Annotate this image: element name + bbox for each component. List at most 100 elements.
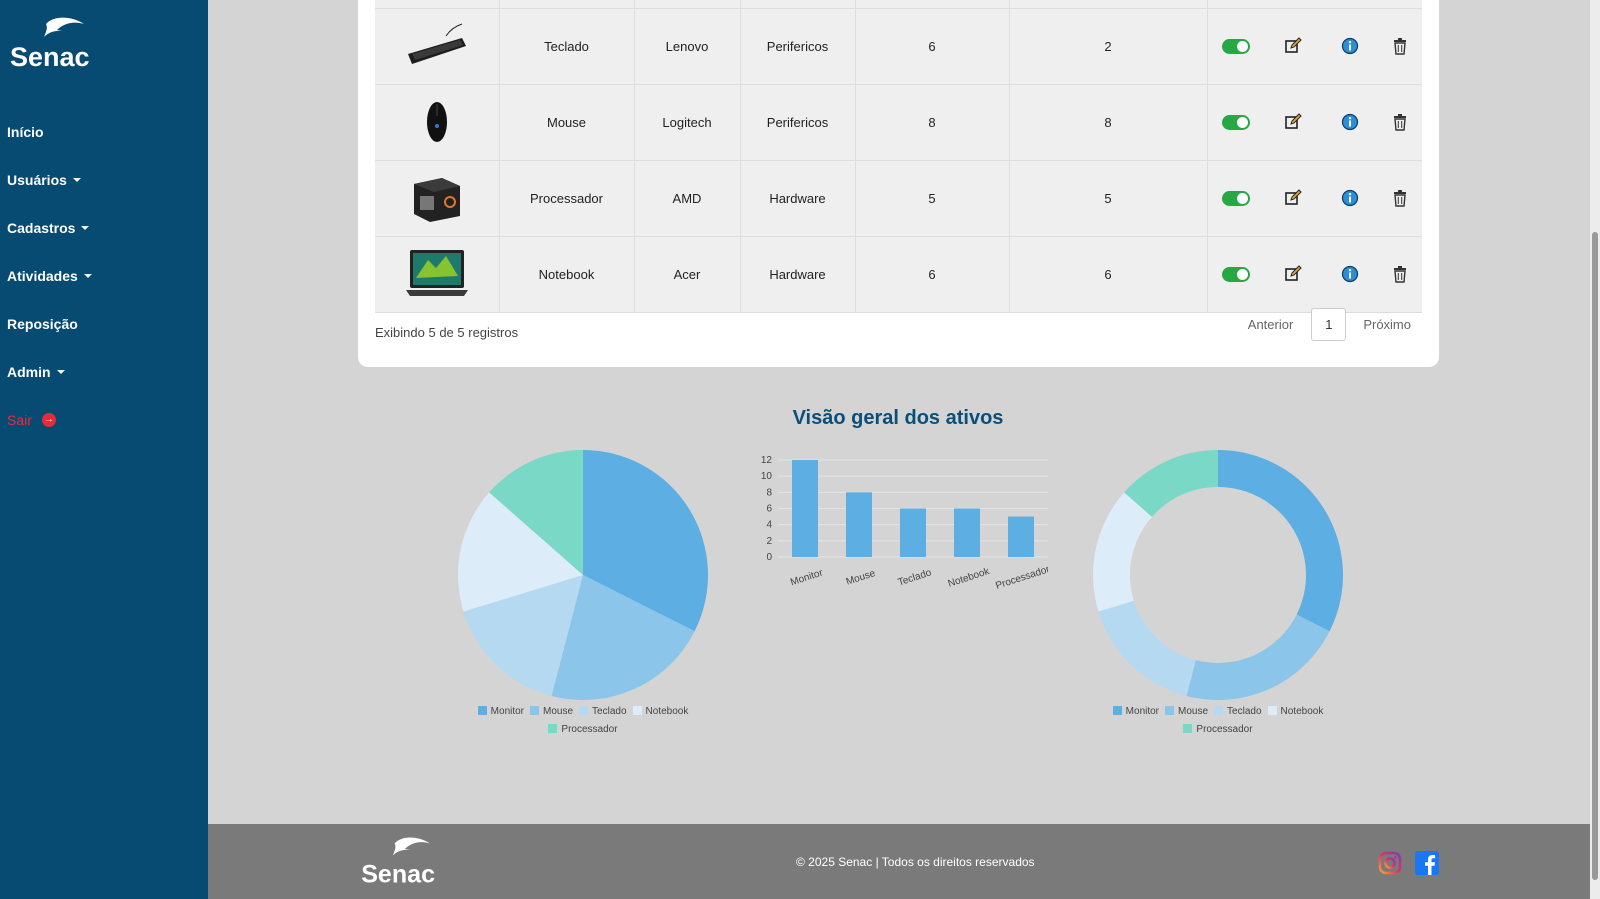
sidebar-item-label: Cadastros bbox=[7, 220, 76, 236]
sidebar-item-cadastros[interactable]: Cadastros bbox=[0, 204, 208, 252]
sidebar-item-atividades[interactable]: Atividades bbox=[0, 252, 208, 300]
legend-item-mouse[interactable]: Mouse bbox=[530, 703, 573, 721]
status-toggle[interactable] bbox=[1221, 39, 1250, 55]
product-image-cell bbox=[375, 160, 500, 237]
table-row: Processador AMD Hardware 5 5 bbox=[375, 160, 1422, 237]
page-footer: Senac © 2025 Senac | Todos os direitos r… bbox=[208, 824, 1590, 899]
slice-monitor[interactable] bbox=[1218, 450, 1343, 632]
page-number-button[interactable]: 1 bbox=[1311, 308, 1347, 341]
slice-mouse[interactable] bbox=[1186, 614, 1330, 700]
scrollbar-thumb[interactable] bbox=[1592, 232, 1598, 880]
cell-qty1: 6 bbox=[855, 236, 1010, 313]
sidebar-item-label: Reposição bbox=[7, 316, 78, 332]
page-scrollbar[interactable] bbox=[1590, 0, 1600, 899]
records-count: Exibindo 5 de 5 registros bbox=[375, 325, 519, 340]
sidebar-item-label: Sair bbox=[7, 412, 32, 428]
status-toggle[interactable] bbox=[1221, 115, 1250, 131]
y-tick-label: 6 bbox=[766, 504, 772, 515]
cell-name: Teclado bbox=[499, 8, 635, 85]
bar-processador[interactable] bbox=[1008, 516, 1034, 557]
y-tick-label: 12 bbox=[761, 455, 773, 466]
sidebar-item-label: Início bbox=[7, 124, 44, 140]
table-row bbox=[375, 0, 1422, 9]
info-icon[interactable] bbox=[1341, 189, 1359, 207]
sidebar-item-reposicao[interactable]: Reposição bbox=[0, 300, 208, 348]
slice-teclado[interactable] bbox=[1098, 600, 1196, 696]
info-icon[interactable] bbox=[1341, 113, 1359, 131]
legend-label: Mouse bbox=[1178, 706, 1209, 717]
legend-swatch bbox=[579, 706, 589, 715]
bar-monitor[interactable] bbox=[792, 460, 818, 557]
trash-icon[interactable] bbox=[1391, 113, 1409, 131]
bar-notebook[interactable] bbox=[954, 508, 980, 558]
cell-category: Hardware bbox=[740, 236, 856, 313]
legend-swatch bbox=[1267, 706, 1277, 715]
cell-brand: AMD bbox=[634, 160, 741, 237]
table-row: Notebook Acer Hardware 6 6 bbox=[375, 236, 1422, 313]
cell-qty2: 2 bbox=[1009, 8, 1208, 85]
x-tick-label: Monitor bbox=[789, 567, 825, 588]
legend-item-teclado[interactable]: Teclado bbox=[1214, 703, 1262, 721]
table-row: Mouse Logitech Perifericos 8 8 bbox=[375, 84, 1422, 161]
edit-icon[interactable] bbox=[1284, 189, 1302, 207]
footer-logo-text: Senac bbox=[361, 860, 435, 888]
legend-label: Processador bbox=[561, 724, 618, 735]
info-icon[interactable] bbox=[1341, 37, 1359, 55]
legend-item-processador[interactable]: Processador bbox=[1183, 721, 1253, 739]
edit-action-cell bbox=[1264, 236, 1321, 313]
sidebar-item-sair[interactable]: Sair → bbox=[0, 396, 208, 444]
legend-item-notebook[interactable]: Notebook bbox=[632, 703, 688, 721]
sidebar-nav: Início Usuários Cadastros Atividades Reposiç… bbox=[0, 108, 208, 444]
trash-icon[interactable] bbox=[1391, 37, 1409, 55]
table-row: Teclado Lenovo Perifericos 6 2 bbox=[375, 8, 1422, 85]
bar-teclado[interactable] bbox=[900, 508, 926, 558]
sidebar-item-label: Admin bbox=[7, 364, 51, 380]
edit-icon[interactable] bbox=[1284, 265, 1302, 283]
legend-item-monitor[interactable]: Monitor bbox=[1112, 703, 1159, 721]
status-toggle[interactable] bbox=[1221, 191, 1250, 207]
legend-label: Monitor bbox=[490, 706, 525, 717]
slice-notebook[interactable] bbox=[1093, 492, 1152, 612]
sidebar-item-usuarios[interactable]: Usuários bbox=[0, 156, 208, 204]
x-tick-label: Processador bbox=[994, 564, 1048, 592]
legend-swatch bbox=[477, 706, 487, 715]
product-image-cell bbox=[375, 236, 500, 313]
chevron-down-icon bbox=[72, 178, 81, 182]
footer-senac-logo: Senac bbox=[361, 837, 435, 888]
status-toggle[interactable] bbox=[1221, 267, 1250, 283]
logo-text: Senac bbox=[10, 42, 90, 72]
products-table: Teclado Lenovo Perifericos 6 2 Mouse Logitech P… bbox=[375, 0, 1422, 313]
facebook-icon[interactable] bbox=[1415, 851, 1439, 875]
legend-item-processador[interactable]: Processador bbox=[548, 721, 618, 739]
cell-brand: Logitech bbox=[634, 84, 741, 161]
cell-brand: Lenovo bbox=[634, 8, 741, 85]
sidebar-item-label: Atividades bbox=[7, 268, 78, 284]
x-tick-label: Teclado bbox=[897, 567, 934, 588]
product-image-cell bbox=[375, 8, 500, 85]
legend-item-mouse[interactable]: Mouse bbox=[1165, 703, 1208, 721]
status-cell bbox=[1207, 8, 1264, 85]
edit-icon[interactable] bbox=[1284, 113, 1302, 131]
legend-item-monitor[interactable]: Monitor bbox=[477, 703, 525, 721]
copyright-text: © 2025 Senac | Todos os direitos reserva… bbox=[796, 855, 1035, 869]
sidebar-item-inicio[interactable]: Início bbox=[0, 108, 208, 156]
bar-mouse[interactable] bbox=[846, 492, 872, 557]
sidebar-item-admin[interactable]: Admin bbox=[0, 348, 208, 396]
table-cell bbox=[855, 0, 1010, 9]
products-card: Teclado Lenovo Perifericos 6 2 Mouse Logitech P… bbox=[358, 0, 1439, 367]
info-icon[interactable] bbox=[1341, 265, 1359, 283]
table-cell bbox=[1378, 0, 1422, 9]
edit-icon[interactable] bbox=[1284, 37, 1302, 55]
legend-item-notebook[interactable]: Notebook bbox=[1267, 703, 1323, 721]
senac-logo[interactable]: Senac bbox=[10, 16, 100, 72]
next-page-button[interactable]: Próximo bbox=[1363, 317, 1411, 332]
y-tick-label: 10 bbox=[761, 471, 773, 482]
cell-qty2: 8 bbox=[1009, 84, 1208, 161]
prev-page-button[interactable]: Anterior bbox=[1248, 317, 1294, 332]
bar-chart: 0 2 4 6 8 10 12 Monitor Mouse Teclado Notebook Proc… bbox=[761, 455, 1048, 592]
pie-chart-legend: Monitor Mouse Teclado Notebook Processador bbox=[453, 703, 713, 739]
instagram-icon[interactable] bbox=[1378, 851, 1402, 875]
trash-icon[interactable] bbox=[1391, 189, 1409, 207]
trash-icon[interactable] bbox=[1391, 265, 1409, 283]
legend-item-teclado[interactable]: Teclado bbox=[579, 703, 627, 721]
